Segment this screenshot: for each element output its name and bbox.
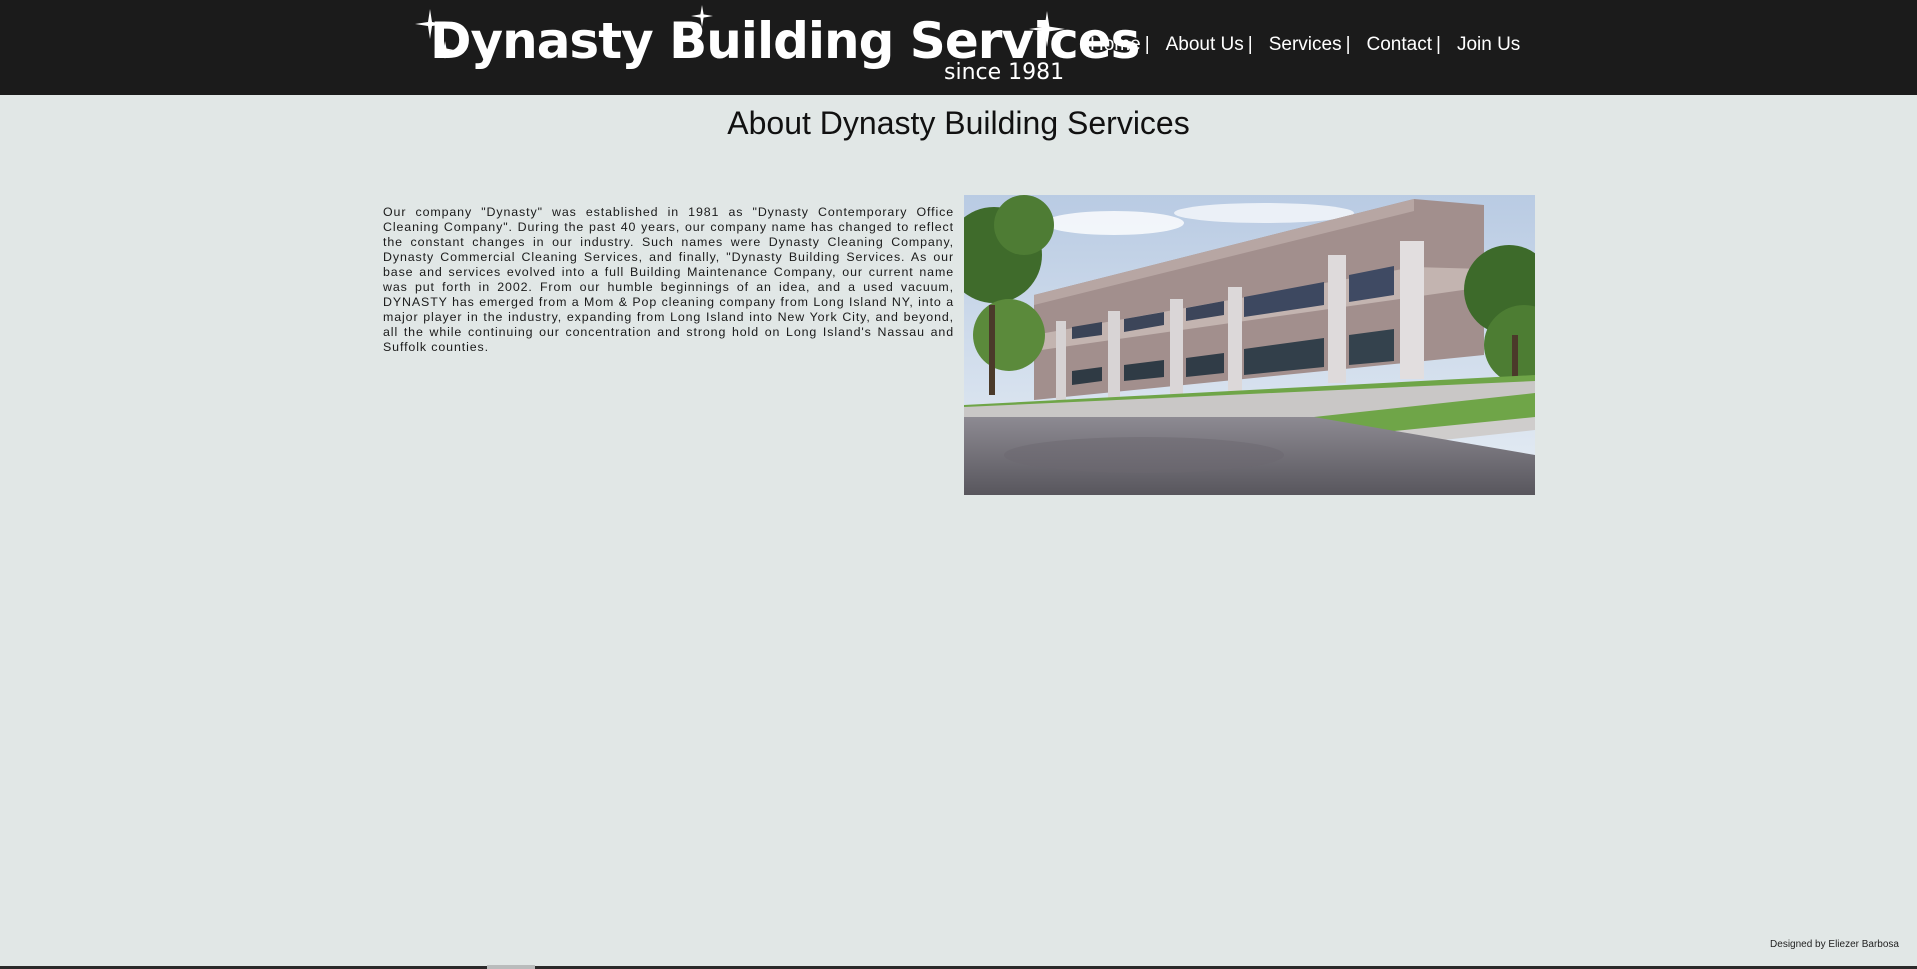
nav-separator: |	[1144, 34, 1150, 55]
designer-credit: Designed by Eliezer Barbosa	[1770, 939, 1899, 950]
nav-join-us[interactable]: Join Us	[1457, 34, 1520, 56]
site-logo[interactable]: Dynasty Building Services since 1981	[415, 5, 1140, 88]
nav-separator: |	[1436, 34, 1441, 55]
about-paragraph: Our company "Dynasty" was established in…	[383, 205, 954, 354]
site-header: Dynasty Building Services since 1981 Hom…	[0, 0, 1917, 95]
nav-contact[interactable]: Contact	[1367, 34, 1432, 56]
nav-services[interactable]: Services	[1269, 34, 1342, 56]
nav-home[interactable]: Home	[1090, 34, 1141, 56]
logo-subtitle: since 1981	[944, 60, 1065, 85]
nav-separator: |	[1247, 34, 1253, 55]
bottom-scroll-indicator	[487, 965, 535, 969]
main-nav: Home | About Us | Services | Contact | J…	[1090, 34, 1520, 56]
office-building-photo	[964, 195, 1535, 495]
page-title: About Dynasty Building Services	[727, 105, 1190, 141]
nav-about-us[interactable]: About Us	[1166, 34, 1244, 56]
nav-separator: |	[1345, 34, 1351, 55]
